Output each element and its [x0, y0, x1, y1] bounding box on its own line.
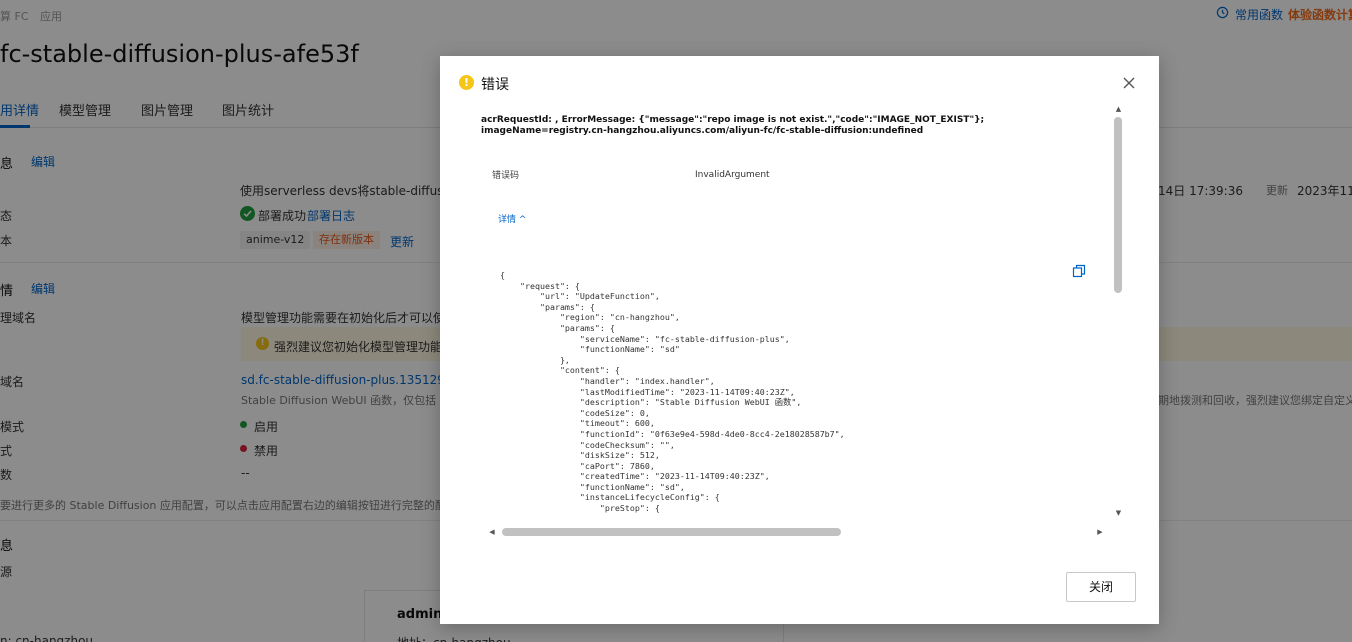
json-detail-panel[interactable]: { "request": { "url": "UpdateFunction", … — [488, 256, 1096, 528]
scroll-down-arrow-icon[interactable]: ▼ — [1113, 508, 1124, 518]
scroll-right-arrow-icon[interactable]: ▶ — [1095, 527, 1105, 538]
detail-toggle[interactable]: 详情 ^ — [498, 212, 526, 225]
warning-icon: ! — [459, 75, 474, 90]
dialog-title: 错误 — [481, 77, 509, 93]
copy-icon[interactable] — [1072, 264, 1086, 278]
error-dialog: ! 错误 acrRequestId: , ErrorMessage: {"mes… — [440, 56, 1159, 624]
error-code-label: 错误码 — [492, 171, 520, 181]
close-button[interactable]: 关闭 — [1066, 572, 1136, 602]
horizontal-scroll-thumb[interactable] — [502, 528, 841, 536]
scroll-up-arrow-icon[interactable]: ▲ — [1113, 104, 1124, 114]
vertical-scroll-thumb[interactable] — [1114, 117, 1122, 293]
error-message: acrRequestId: , ErrorMessage: {"message"… — [481, 115, 985, 136]
close-icon[interactable] — [1120, 74, 1138, 92]
json-detail-text: { "request": { "url": "UpdateFunction", … — [500, 270, 845, 514]
error-code-value: InvalidArgument — [695, 170, 770, 180]
scroll-left-arrow-icon[interactable]: ◀ — [487, 527, 497, 538]
